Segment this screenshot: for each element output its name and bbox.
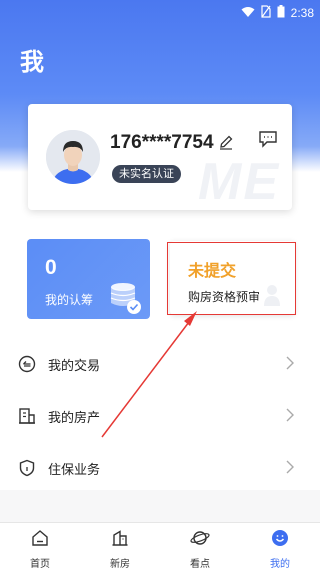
status-time: 2:38 (290, 5, 314, 20)
profile-card[interactable]: ME 176****7754 未实名认证 (28, 104, 292, 210)
nav-label-home: 首页 (30, 559, 50, 569)
nav-label-mine: 我的 (270, 559, 290, 569)
edit-icon[interactable] (218, 134, 234, 154)
coins-icon (106, 279, 144, 319)
menu-label-housing-security: 住保业务 (48, 462, 101, 478)
qualification-label: 购房资格预审 (188, 290, 261, 304)
menu-item-housing-security[interactable]: 住保业务 (0, 442, 320, 494)
battery-icon (277, 3, 285, 22)
nav-highlights[interactable]: 看点 (160, 523, 240, 569)
sim-icon (261, 3, 271, 22)
page-title: 我 (20, 48, 45, 76)
message-icon[interactable] (258, 130, 278, 152)
menu-label-properties: 我的房产 (48, 410, 101, 426)
bottom-navigation: 首页 新房 看点 我的 (0, 522, 320, 569)
qualification-status: 未提交 (188, 261, 237, 280)
nav-label-highlights: 看点 (190, 559, 210, 569)
menu-item-properties[interactable]: 我的房产 (0, 390, 320, 442)
status-bar: 2:38 (0, 0, 320, 24)
avatar[interactable] (46, 130, 100, 184)
home-icon (31, 529, 49, 551)
card-watermark: ME (198, 153, 280, 210)
phone-number: 176****7754 (110, 132, 214, 153)
my-certification-card[interactable]: 0 我的认筹 (27, 239, 150, 319)
menu-list: 我的交易 我的房产 住保业务 (0, 338, 320, 494)
certification-label: 我的认筹 (45, 293, 94, 307)
new-house-icon (111, 529, 129, 551)
menu-item-transactions[interactable]: 我的交易 (0, 338, 320, 390)
certification-count: 0 (45, 256, 57, 279)
shield-icon (18, 459, 36, 477)
verify-status-badge[interactable]: 未实名认证 (112, 165, 181, 183)
nav-new-house[interactable]: 新房 (80, 523, 160, 569)
chevron-right-icon (286, 355, 294, 374)
planet-icon (190, 529, 210, 551)
building-icon (18, 407, 36, 425)
transaction-icon (18, 355, 36, 373)
nav-mine[interactable]: 我的 (240, 523, 320, 569)
chevron-right-icon (286, 407, 294, 426)
nav-label-new-house: 新房 (110, 559, 130, 569)
menu-label-transactions: 我的交易 (48, 358, 101, 374)
qualification-review-card[interactable]: 未提交 购房资格预审 (170, 241, 295, 315)
chevron-right-icon (286, 459, 294, 478)
section-divider (0, 490, 320, 522)
document-icon (263, 284, 281, 310)
wifi-icon (241, 3, 255, 22)
nav-home[interactable]: 首页 (0, 523, 80, 569)
profile-face-icon (271, 529, 289, 551)
